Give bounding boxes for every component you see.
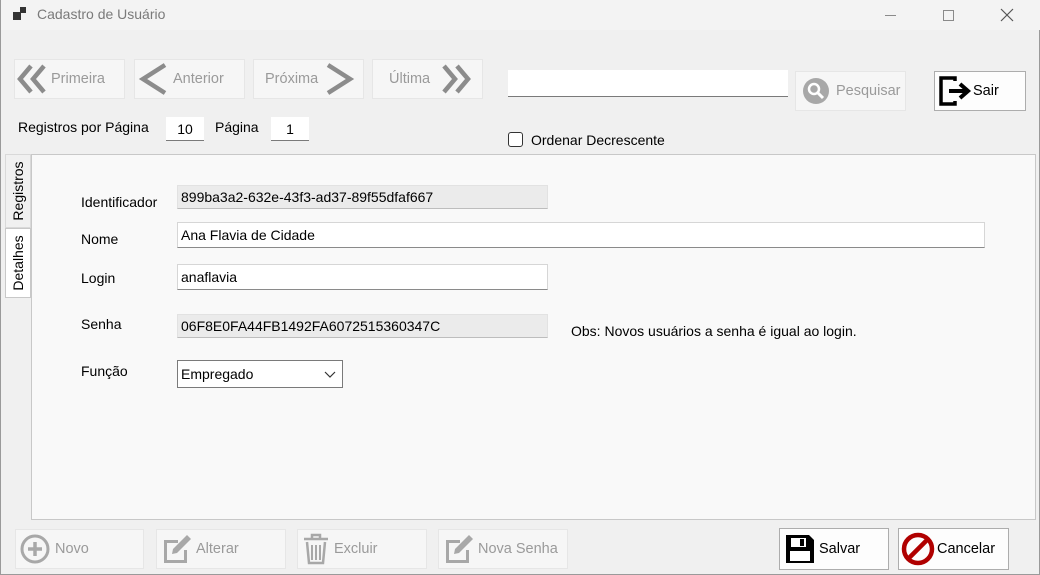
login-label: Login xyxy=(81,270,116,286)
cancel-icon xyxy=(901,532,935,566)
edit-icon xyxy=(164,535,191,563)
delete-button-label: Excluir xyxy=(334,541,378,557)
minimize-button[interactable] xyxy=(867,0,913,30)
exit-button-label: Sair xyxy=(973,83,999,99)
new-button[interactable]: Novo xyxy=(15,529,144,569)
next-button-label: Próxima xyxy=(265,71,319,87)
plus-circle-icon xyxy=(20,534,50,564)
last-button[interactable]: Última xyxy=(372,59,483,99)
new-password-button[interactable]: Nova Senha xyxy=(438,529,568,569)
window-title: Cadastro de Usuário xyxy=(37,6,166,22)
first-button-label: Primeira xyxy=(51,71,105,87)
name-label: Nome xyxy=(81,231,119,247)
cancel-button[interactable]: Cancelar xyxy=(898,528,1009,570)
edit-button[interactable]: Alterar xyxy=(156,529,286,569)
exit-icon xyxy=(939,76,972,106)
order-desc-checkbox[interactable] xyxy=(508,132,523,147)
main-window: Cadastro de Usuário Primeira Anterior Pr… xyxy=(0,0,1040,575)
identifier-label: Identificador xyxy=(81,194,158,210)
close-button[interactable] xyxy=(984,0,1030,30)
chevron-right-icon xyxy=(326,63,355,95)
maximize-button[interactable] xyxy=(925,0,971,30)
edit-icon xyxy=(446,535,473,563)
close-icon xyxy=(1000,8,1014,22)
next-button[interactable]: Próxima xyxy=(253,59,364,99)
tab-records-label: Registros xyxy=(10,161,26,221)
records-per-page-input[interactable]: 10 xyxy=(166,117,204,141)
chevron-left-icon xyxy=(138,63,167,95)
order-desc-label[interactable]: Ordenar Decrescente xyxy=(531,132,665,148)
role-select-value: Empregado xyxy=(181,366,254,382)
save-button-label: Salvar xyxy=(819,541,861,557)
new-password-button-label: Nova Senha xyxy=(478,541,558,557)
tab-details-label: Detalhes xyxy=(10,235,26,291)
previous-button[interactable]: Anterior xyxy=(134,59,245,99)
login-input[interactable]: anaflavia xyxy=(177,264,548,290)
search-input[interactable] xyxy=(508,70,788,97)
last-button-label: Última xyxy=(389,71,431,87)
maximize-icon xyxy=(942,9,954,21)
new-button-label: Novo xyxy=(55,541,89,557)
page-label: Página xyxy=(215,119,259,135)
cancel-button-label: Cancelar xyxy=(937,541,996,557)
save-button[interactable]: Salvar xyxy=(779,528,889,570)
identifier-field: 899ba3a2-632e-43f3-ad37-89f55dfaf667 xyxy=(177,185,548,209)
title-bar: Cadastro de Usuário xyxy=(1,0,1040,30)
magnifier-icon xyxy=(803,78,829,104)
password-label: Senha xyxy=(81,316,122,332)
floppy-disk-icon xyxy=(786,535,814,563)
search-button-label: Pesquisar xyxy=(836,83,901,99)
name-input[interactable]: Ana Flavia de Cidade xyxy=(177,222,985,248)
chevron-down-icon xyxy=(324,371,336,378)
double-chevron-right-icon xyxy=(442,64,472,94)
double-chevron-left-icon xyxy=(17,64,46,94)
role-label: Função xyxy=(81,363,128,379)
delete-button[interactable]: Excluir xyxy=(297,529,427,569)
password-note: Obs: Novos usuários a senha é igual ao l… xyxy=(571,323,857,339)
edit-button-label: Alterar xyxy=(196,541,239,557)
app-icon xyxy=(13,7,27,21)
minimize-icon xyxy=(884,14,896,16)
page-number-input[interactable]: 1 xyxy=(271,117,309,141)
search-button[interactable]: Pesquisar xyxy=(795,71,906,111)
records-per-page-label: Registros por Página xyxy=(18,119,149,135)
exit-button[interactable]: Sair xyxy=(934,71,1026,111)
role-select[interactable]: Empregado xyxy=(177,360,343,388)
tab-details[interactable]: Detalhes xyxy=(5,228,31,298)
trash-icon xyxy=(304,533,328,565)
tab-records[interactable]: Registros xyxy=(5,154,31,228)
password-field: 06F8E0FA44FB1492FA6072515360347C xyxy=(177,314,548,338)
previous-button-label: Anterior xyxy=(173,71,224,87)
first-button[interactable]: Primeira xyxy=(14,59,125,99)
